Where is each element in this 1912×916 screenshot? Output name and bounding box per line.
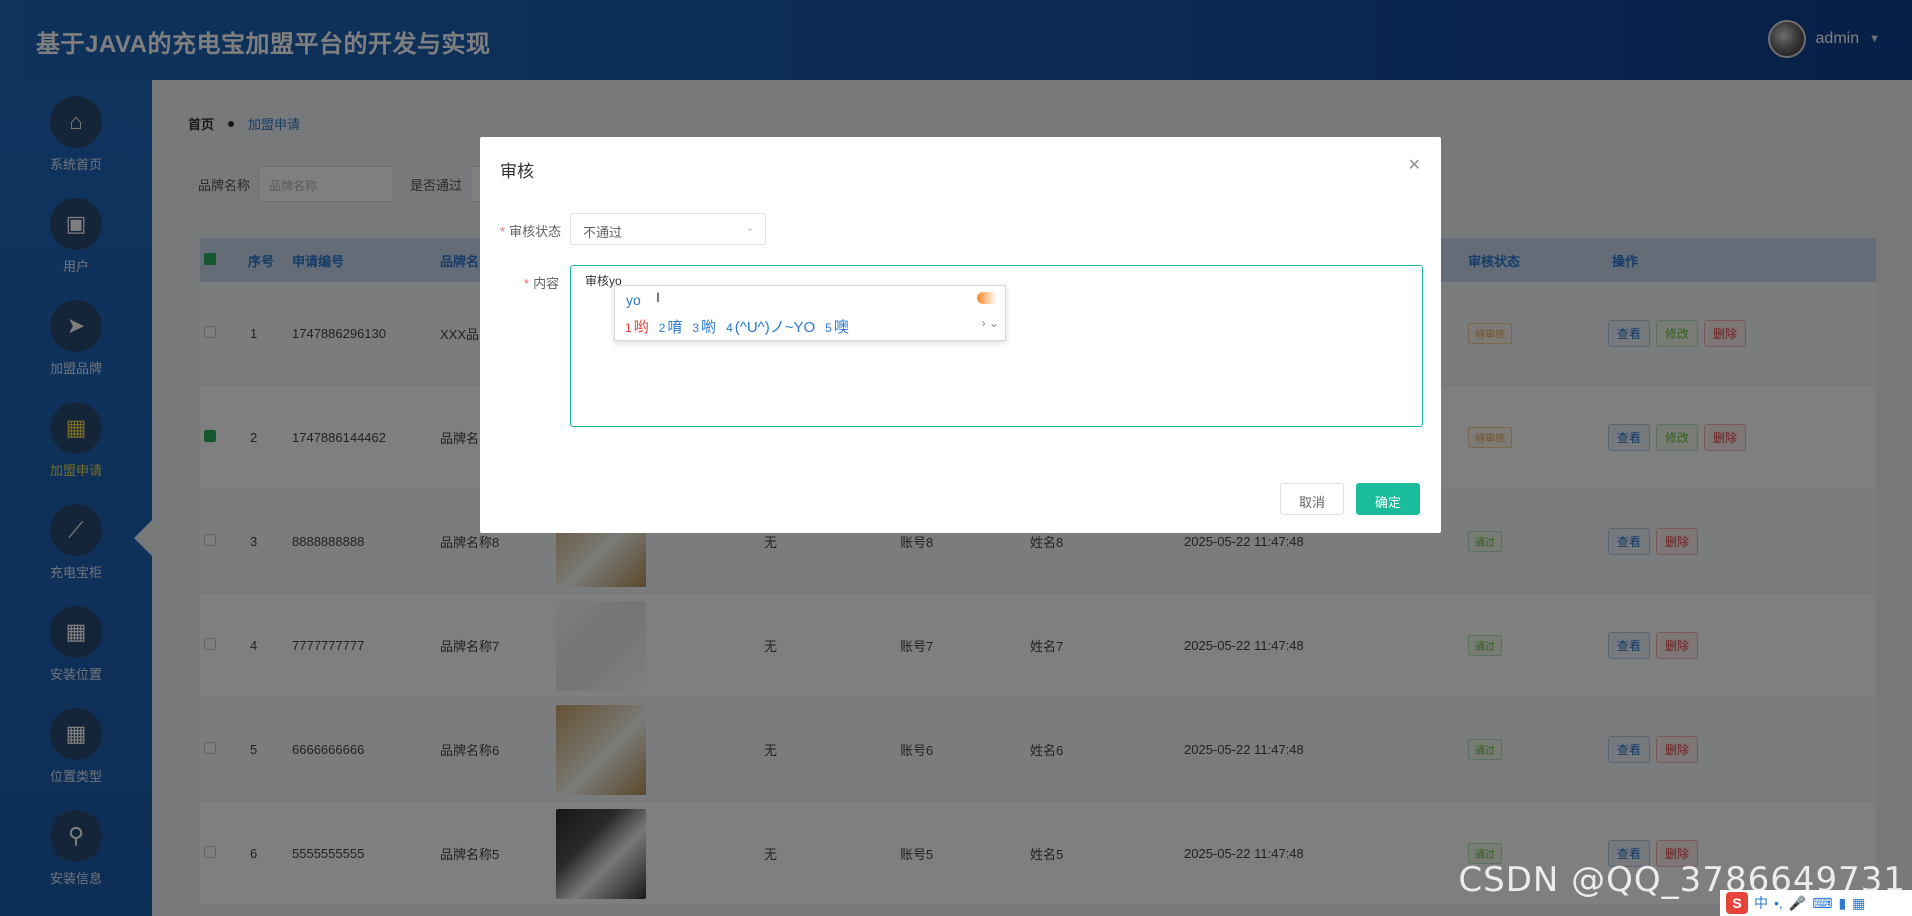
- chevron-right-icon[interactable]: › ⌄: [982, 316, 999, 330]
- ime-candidate[interactable]: 2唷: [659, 316, 683, 337]
- ime-candidates: 1 哟 2 唷 3 喲 4 (^U^)ノ~YO 5 噢: [625, 316, 849, 337]
- confirm-button[interactable]: 确定: [1356, 483, 1421, 515]
- punct-icon[interactable]: •,: [1774, 895, 1783, 911]
- mic-icon[interactable]: 🎤: [1789, 895, 1806, 912]
- content-field-label: * 内容: [524, 276, 560, 291]
- ime-candidate[interactable]: 4 (^U^)ノ~YO: [726, 316, 815, 337]
- text-cursor-icon: Ι: [656, 289, 660, 305]
- ime-candidate[interactable]: 3喲: [692, 316, 716, 337]
- keyboard-icon[interactable]: ⌨: [1812, 895, 1832, 912]
- chevron-down-icon: ⌄: [744, 220, 755, 234]
- cancel-button[interactable]: 取消: [1280, 483, 1345, 515]
- ime-logo-icon: [977, 292, 997, 304]
- skin-icon[interactable]: ▮: [1838, 895, 1846, 912]
- toolbox-icon[interactable]: ▦: [1852, 895, 1865, 912]
- ime-toolbar: S 中 •, 🎤 ⌨ ▮ ▦: [1720, 890, 1912, 916]
- review-status-value: 不通过: [583, 225, 623, 240]
- ime-composition: yo: [626, 292, 641, 308]
- ime-candidate[interactable]: 5噢: [825, 316, 849, 337]
- ime-candidate-window: yo 1 哟 2 唷 3 喲 4 (^U^)ノ~YO 5 噢 › ⌄: [614, 285, 1006, 341]
- ime-mode[interactable]: 中: [1754, 893, 1768, 913]
- status-field-label: * 审核状态: [500, 224, 562, 239]
- sogou-icon[interactable]: S: [1726, 892, 1748, 914]
- close-icon[interactable]: ✕: [1408, 155, 1421, 175]
- review-status-select[interactable]: 不通过 ⌄: [570, 213, 766, 245]
- dialog-title: 审核: [500, 162, 534, 181]
- ime-candidate[interactable]: 1哟: [625, 316, 649, 337]
- review-dialog: 审核 ✕ * 审核状态 不通过 ⌄ * 内容 审核yo yo 1 哟 2 唷 3 喲 4 (^U^…: [480, 137, 1441, 533]
